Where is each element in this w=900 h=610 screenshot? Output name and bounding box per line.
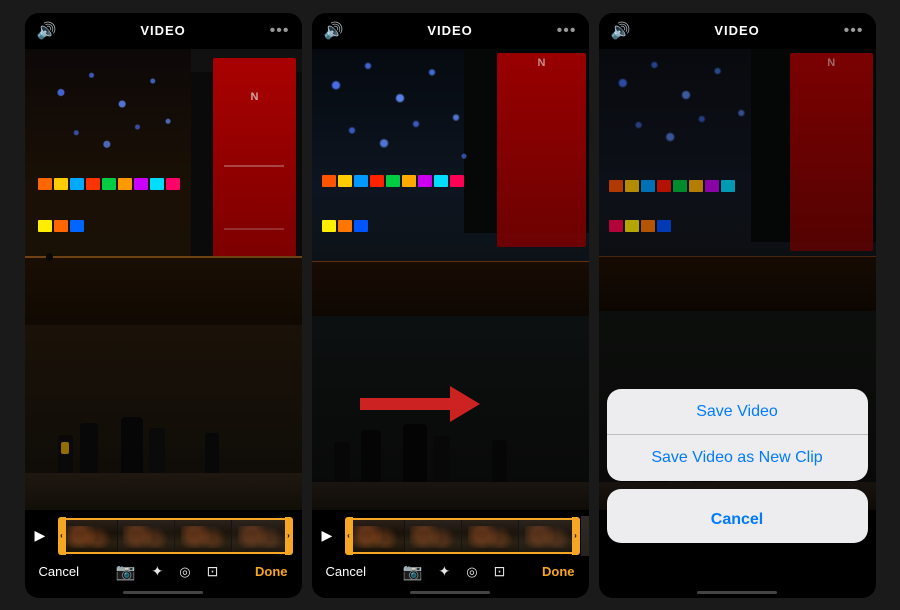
- video-title-1: VIDEO: [140, 23, 185, 38]
- save-video-button[interactable]: Save Video: [607, 389, 868, 435]
- action-bar-1: Cancel 📷 ✦ ◎ ⊡ Done: [35, 560, 292, 584]
- phone-screen-3: 🔊 VIDEO ••• N: [599, 13, 876, 598]
- camera-icon-1[interactable]: 📷: [116, 562, 136, 582]
- top-bar-1: 🔊 VIDEO •••: [25, 13, 302, 49]
- video-title-3: VIDEO: [714, 23, 759, 38]
- action-sheet: Save Video Save Video as New Clip: [607, 389, 868, 481]
- strip-inner-1: [59, 518, 292, 554]
- more-icon-2: •••: [557, 22, 577, 40]
- strip-wrapper-2[interactable]: ‹ ›: [346, 518, 579, 554]
- strip-wrapper-1[interactable]: ‹ ›: [59, 518, 292, 554]
- strip-frame-2c: [462, 520, 519, 552]
- trim-handle-left-1[interactable]: ‹: [58, 517, 66, 555]
- strip-inner-2: [346, 518, 579, 554]
- more-icon-1: •••: [270, 22, 290, 40]
- red-arrow: [360, 381, 480, 422]
- filters-icon-2[interactable]: ◎: [466, 564, 477, 580]
- done-button-2[interactable]: Done: [542, 564, 575, 579]
- strip-frame-1c: [175, 520, 232, 552]
- action-icons-2: 📷 ✦ ◎ ⊡: [403, 562, 506, 582]
- action-bar-2: Cancel 📷 ✦ ◎ ⊡ Done: [322, 560, 579, 584]
- action-icons-1: 📷 ✦ ◎ ⊡: [116, 562, 219, 582]
- cancel-button-2[interactable]: Cancel: [326, 564, 366, 579]
- cancel-action-sheet-button[interactable]: Cancel: [607, 497, 868, 543]
- crop-icon-1[interactable]: ⊡: [207, 563, 219, 580]
- home-indicator-3: [599, 590, 876, 598]
- adjustments-icon-1[interactable]: ✦: [152, 563, 164, 580]
- timeline-2[interactable]: ▶ ‹ ›: [322, 518, 579, 554]
- screenshots-container: 🔊 VIDEO ••• N: [0, 0, 900, 610]
- trim-handle-right-2[interactable]: ›: [572, 517, 580, 555]
- filters-icon-1[interactable]: ◎: [179, 564, 190, 580]
- phone-screen-1: 🔊 VIDEO ••• N: [25, 13, 302, 598]
- home-indicator-1: [25, 590, 302, 598]
- action-sheet-cancel: Cancel: [607, 489, 868, 543]
- trim-handle-left-2[interactable]: ‹: [345, 517, 353, 555]
- home-indicator-2: [312, 590, 589, 598]
- arrow-svg: [360, 386, 480, 422]
- home-bar-2: [410, 591, 490, 594]
- adjustments-icon-2[interactable]: ✦: [439, 563, 451, 580]
- strip-frame-1a: [61, 520, 118, 552]
- more-icon-3: •••: [844, 22, 864, 40]
- top-bar-3: 🔊 VIDEO •••: [599, 13, 876, 49]
- home-bar-3: [697, 591, 777, 594]
- action-sheet-overlay: Save Video Save Video as New Clip Cancel: [599, 389, 876, 543]
- home-bar-1: [123, 591, 203, 594]
- scene-1: N: [25, 49, 302, 510]
- bottom-controls-2: ▶ ‹ ›: [312, 510, 589, 590]
- phone-screen-2: 🔊 VIDEO ••• N: [312, 13, 589, 598]
- strip-frame-2a: [348, 520, 405, 552]
- play-button-1[interactable]: ▶: [35, 527, 55, 544]
- play-button-2[interactable]: ▶: [322, 527, 342, 544]
- bottom-controls-1: ▶ ‹ › Cancel: [25, 510, 302, 590]
- speaker-icon-3: 🔊: [611, 21, 631, 41]
- strip-frame-2d: [519, 520, 576, 552]
- cancel-button-1[interactable]: Cancel: [39, 564, 79, 579]
- save-video-new-clip-button[interactable]: Save Video as New Clip: [607, 435, 868, 481]
- trim-handle-right-1[interactable]: ›: [285, 517, 293, 555]
- timeline-1[interactable]: ▶ ‹ ›: [35, 518, 292, 554]
- camera-icon-2[interactable]: 📷: [403, 562, 423, 582]
- strip-frame-1b: [118, 520, 175, 552]
- video-title-2: VIDEO: [427, 23, 472, 38]
- video-area-2: N: [312, 49, 589, 510]
- speaker-icon-2: 🔊: [324, 21, 344, 41]
- video-area-1: N: [25, 49, 302, 510]
- strip-frame-1d: [232, 520, 289, 552]
- strip-frame-2b: [405, 520, 462, 552]
- top-bar-2: 🔊 VIDEO •••: [312, 13, 589, 49]
- crop-icon-2[interactable]: ⊡: [494, 563, 506, 580]
- done-button-1[interactable]: Done: [255, 564, 288, 579]
- speaker-icon: 🔊: [37, 21, 57, 41]
